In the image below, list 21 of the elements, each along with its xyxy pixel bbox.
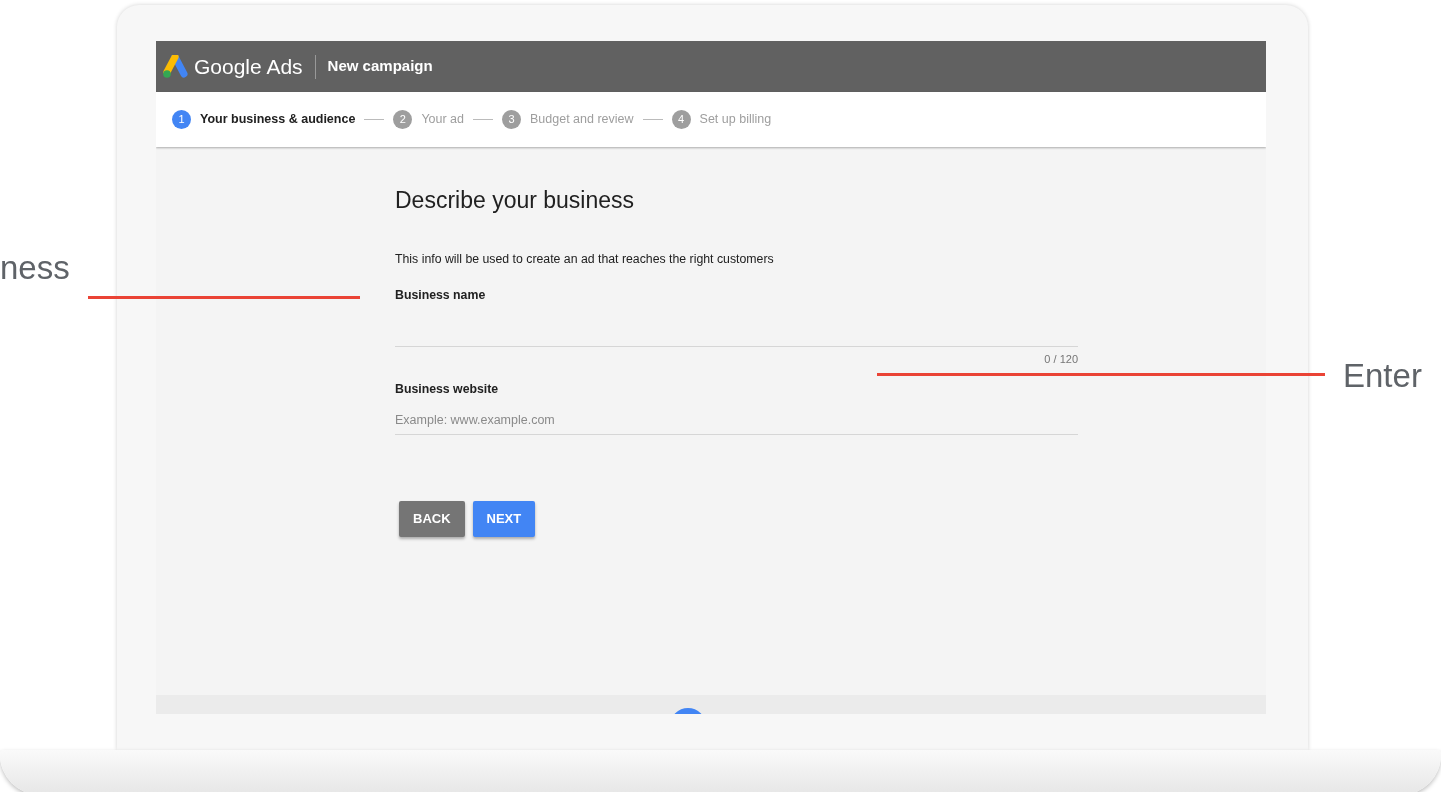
product-name: Google Ads: [194, 53, 303, 80]
callout-text: ness: [0, 248, 70, 288]
step-number: 1: [172, 110, 191, 129]
step-number: 4: [671, 110, 691, 129]
logo-icon: [162, 54, 188, 79]
character-counter: 0 / 120: [1043, 352, 1078, 368]
field-label: Business website: [395, 380, 500, 398]
input-field[interactable]: Example: www.example.com: [395, 407, 1078, 435]
form-title: Describe your business: [395, 187, 636, 215]
step-label[interactable]: Budget and review: [530, 110, 634, 129]
step-label[interactable]: Your ad: [421, 110, 464, 129]
step-label[interactable]: Your business & audience: [200, 110, 356, 129]
back-button[interactable]: BACK: [399, 500, 465, 537]
page-title: New campaign: [327, 56, 433, 77]
step-label[interactable]: Set up billing: [699, 110, 772, 129]
step-number: 3: [502, 110, 521, 129]
step-number: 2: [393, 110, 413, 129]
next-button[interactable]: NEXT: [472, 500, 536, 537]
field-label: Business name: [395, 287, 487, 305]
form-description: This info will be used to create an ad that reaches the right customers: [395, 250, 775, 268]
callout-text: Enter: [1343, 356, 1422, 396]
